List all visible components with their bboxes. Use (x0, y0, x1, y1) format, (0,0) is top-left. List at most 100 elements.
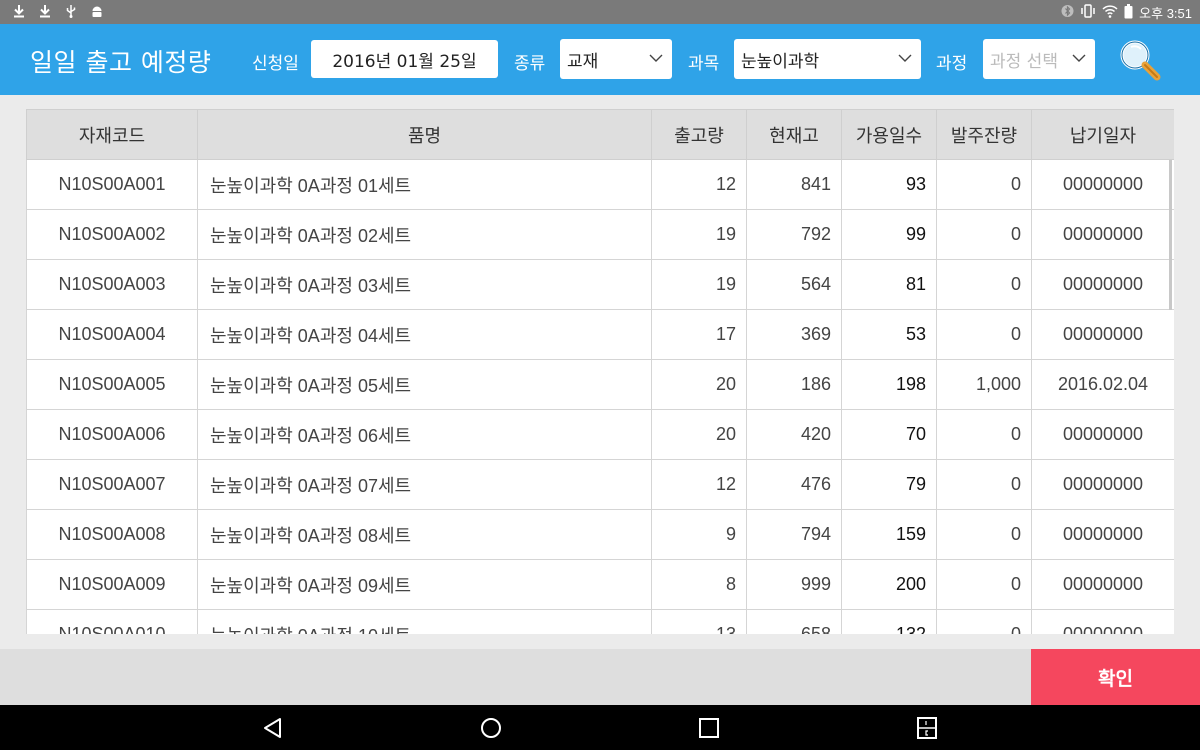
search-icon (1120, 40, 1161, 81)
cell-item-name: 눈높이과학 0A과정 10세트 (197, 609, 652, 634)
table-row[interactable]: N10S00A009 눈높이과학 0A과정 09세트 8 999 200 0 0000000… (26, 559, 1174, 610)
cell-due-date: 2016.02.04 (1031, 359, 1174, 410)
cell-shipment-qty: 19 (651, 259, 747, 310)
vibrate-icon (1080, 4, 1096, 21)
cell-material-code: N10S00A005 (26, 359, 198, 410)
app-header: 일일 출고 예정량 신청일 2016년 01월 25일 종류 교재 과목 눈높이… (0, 24, 1200, 95)
request-date-field[interactable]: 2016년 01월 25일 (311, 40, 498, 78)
table-row[interactable]: N10S00A002 눈높이과학 0A과정 02세트 19 792 99 0 0000000… (26, 209, 1174, 260)
table-row[interactable]: N10S00A006 눈높이과학 0A과정 06세트 20 420 70 0 0000000… (26, 409, 1174, 460)
home-button[interactable] (478, 715, 504, 741)
subject-select[interactable]: 눈높이과학 (734, 39, 921, 79)
download-icon (38, 4, 54, 20)
cell-material-code: N10S00A007 (26, 459, 198, 510)
chevron-down-icon (898, 54, 912, 62)
clock: 오후 3:51 (1139, 6, 1192, 21)
cell-order-balance: 0 (936, 409, 1032, 460)
cell-current-stock: 794 (746, 509, 842, 560)
cell-available-days: 93 (841, 159, 937, 210)
cell-due-date: 00000000 (1031, 209, 1174, 260)
cell-shipment-qty: 12 (651, 459, 747, 510)
table-row[interactable]: N10S00A007 눈높이과학 0A과정 07세트 12 476 79 0 0000000… (26, 459, 1174, 510)
cell-due-date: 00000000 (1031, 459, 1174, 510)
back-button[interactable] (260, 715, 286, 741)
cell-order-balance: 0 (936, 309, 1032, 360)
split-screen-button[interactable] (914, 715, 940, 741)
course-select[interactable]: 과정 선택 (983, 39, 1095, 79)
table-scrollbar[interactable] (1169, 160, 1172, 310)
system-indicators: 오후 3:51 (1061, 3, 1192, 22)
cell-order-balance: 0 (936, 459, 1032, 510)
course-select-placeholder: 과정 선택 (990, 51, 1058, 72)
cell-due-date: 00000000 (1031, 559, 1174, 610)
battery-icon (1124, 3, 1133, 22)
subject-select-value: 눈높이과학 (741, 51, 820, 72)
cell-item-name: 눈높이과학 0A과정 08세트 (197, 509, 652, 560)
cell-current-stock: 841 (746, 159, 842, 210)
cell-order-balance: 0 (936, 509, 1032, 560)
cell-shipment-qty: 9 (651, 509, 747, 560)
cell-item-name: 눈높이과학 0A과정 09세트 (197, 559, 652, 610)
chevron-down-icon (1072, 54, 1086, 62)
col-header-available-days: 가용일수 (841, 109, 937, 160)
request-date-label: 신청일 (252, 54, 299, 74)
cell-current-stock: 186 (746, 359, 842, 410)
cell-current-stock: 476 (746, 459, 842, 510)
page-title: 일일 출고 예정량 (30, 48, 212, 77)
cell-material-code: N10S00A002 (26, 209, 198, 260)
col-header-item-name: 품명 (197, 109, 652, 160)
cell-shipment-qty: 8 (651, 559, 747, 610)
back-icon (264, 718, 281, 738)
usb-icon (64, 4, 80, 20)
cell-available-days: 198 (841, 359, 937, 410)
cell-shipment-qty: 19 (651, 209, 747, 260)
cell-due-date: 00000000 (1031, 159, 1174, 210)
cell-item-name: 눈높이과학 0A과정 07세트 (197, 459, 652, 510)
table-row[interactable]: N10S00A008 눈높이과학 0A과정 08세트 9 794 159 0 0000000… (26, 509, 1174, 560)
table-row[interactable]: N10S00A004 눈높이과학 0A과정 04세트 17 369 53 0 0000000… (26, 309, 1174, 360)
cell-current-stock: 658 (746, 609, 842, 634)
cell-item-name: 눈높이과학 0A과정 06세트 (197, 409, 652, 460)
cell-due-date: 00000000 (1031, 309, 1174, 360)
table-row[interactable]: N10S00A010눈높이과학 0A과정 10세트136581320000000… (26, 609, 1174, 634)
home-icon (481, 718, 501, 738)
cell-order-balance: 0 (936, 559, 1032, 610)
cell-shipment-qty: 13 (651, 609, 747, 634)
data-table[interactable]: 자재코드 품명 출고량 현재고 가용일수 발주잔량 납기일자 N10S00A00… (26, 109, 1174, 634)
cell-current-stock: 792 (746, 209, 842, 260)
cell-item-name: 눈높이과학 0A과정 01세트 (197, 159, 652, 210)
col-header-material-code: 자재코드 (26, 109, 198, 160)
cell-material-code: N10S00A003 (26, 259, 198, 310)
cell-current-stock: 369 (746, 309, 842, 360)
cell-available-days: 159 (841, 509, 937, 560)
col-header-due-date: 납기일자 (1031, 109, 1174, 160)
bottom-bar (0, 649, 1200, 705)
table-row[interactable]: N10S00A001 눈높이과학 0A과정 01세트 12 841 93 0 0000000… (26, 159, 1174, 210)
cell-available-days: 53 (841, 309, 937, 360)
confirm-button[interactable]: 확인 (1031, 649, 1200, 705)
cell-material-code: N10S00A001 (26, 159, 198, 210)
cell-available-days: 81 (841, 259, 937, 310)
notification-icons (12, 4, 106, 20)
cell-item-name: 눈높이과학 0A과정 04세트 (197, 309, 652, 360)
cell-order-balance: 1,000 (936, 359, 1032, 410)
recents-button[interactable] (696, 715, 722, 741)
cell-current-stock: 564 (746, 259, 842, 310)
table-row[interactable]: N10S00A005 눈높이과학 0A과정 05세트 20 186 198 1,000 20… (26, 359, 1174, 410)
cell-material-code: N10S00A010 (26, 609, 198, 634)
cell-available-days: 99 (841, 209, 937, 260)
cell-available-days: 79 (841, 459, 937, 510)
type-label: 종류 (514, 54, 546, 74)
cell-due-date: 00000000 (1031, 509, 1174, 560)
cell-material-code: N10S00A004 (26, 309, 198, 360)
table-row[interactable]: N10S00A003 눈높이과학 0A과정 03세트 19 564 81 0 0000000… (26, 259, 1174, 310)
cell-item-name: 눈높이과학 0A과정 03세트 (197, 259, 652, 310)
cell-order-balance: 0 (936, 609, 1032, 634)
cell-material-code: N10S00A008 (26, 509, 198, 560)
type-select[interactable]: 교재 (560, 39, 672, 79)
search-button[interactable] (1117, 37, 1163, 83)
recents-icon (699, 718, 719, 738)
split-screen-icon (917, 717, 937, 739)
cell-due-date: 00000000 (1031, 409, 1174, 460)
col-header-current-stock: 현재고 (746, 109, 842, 160)
